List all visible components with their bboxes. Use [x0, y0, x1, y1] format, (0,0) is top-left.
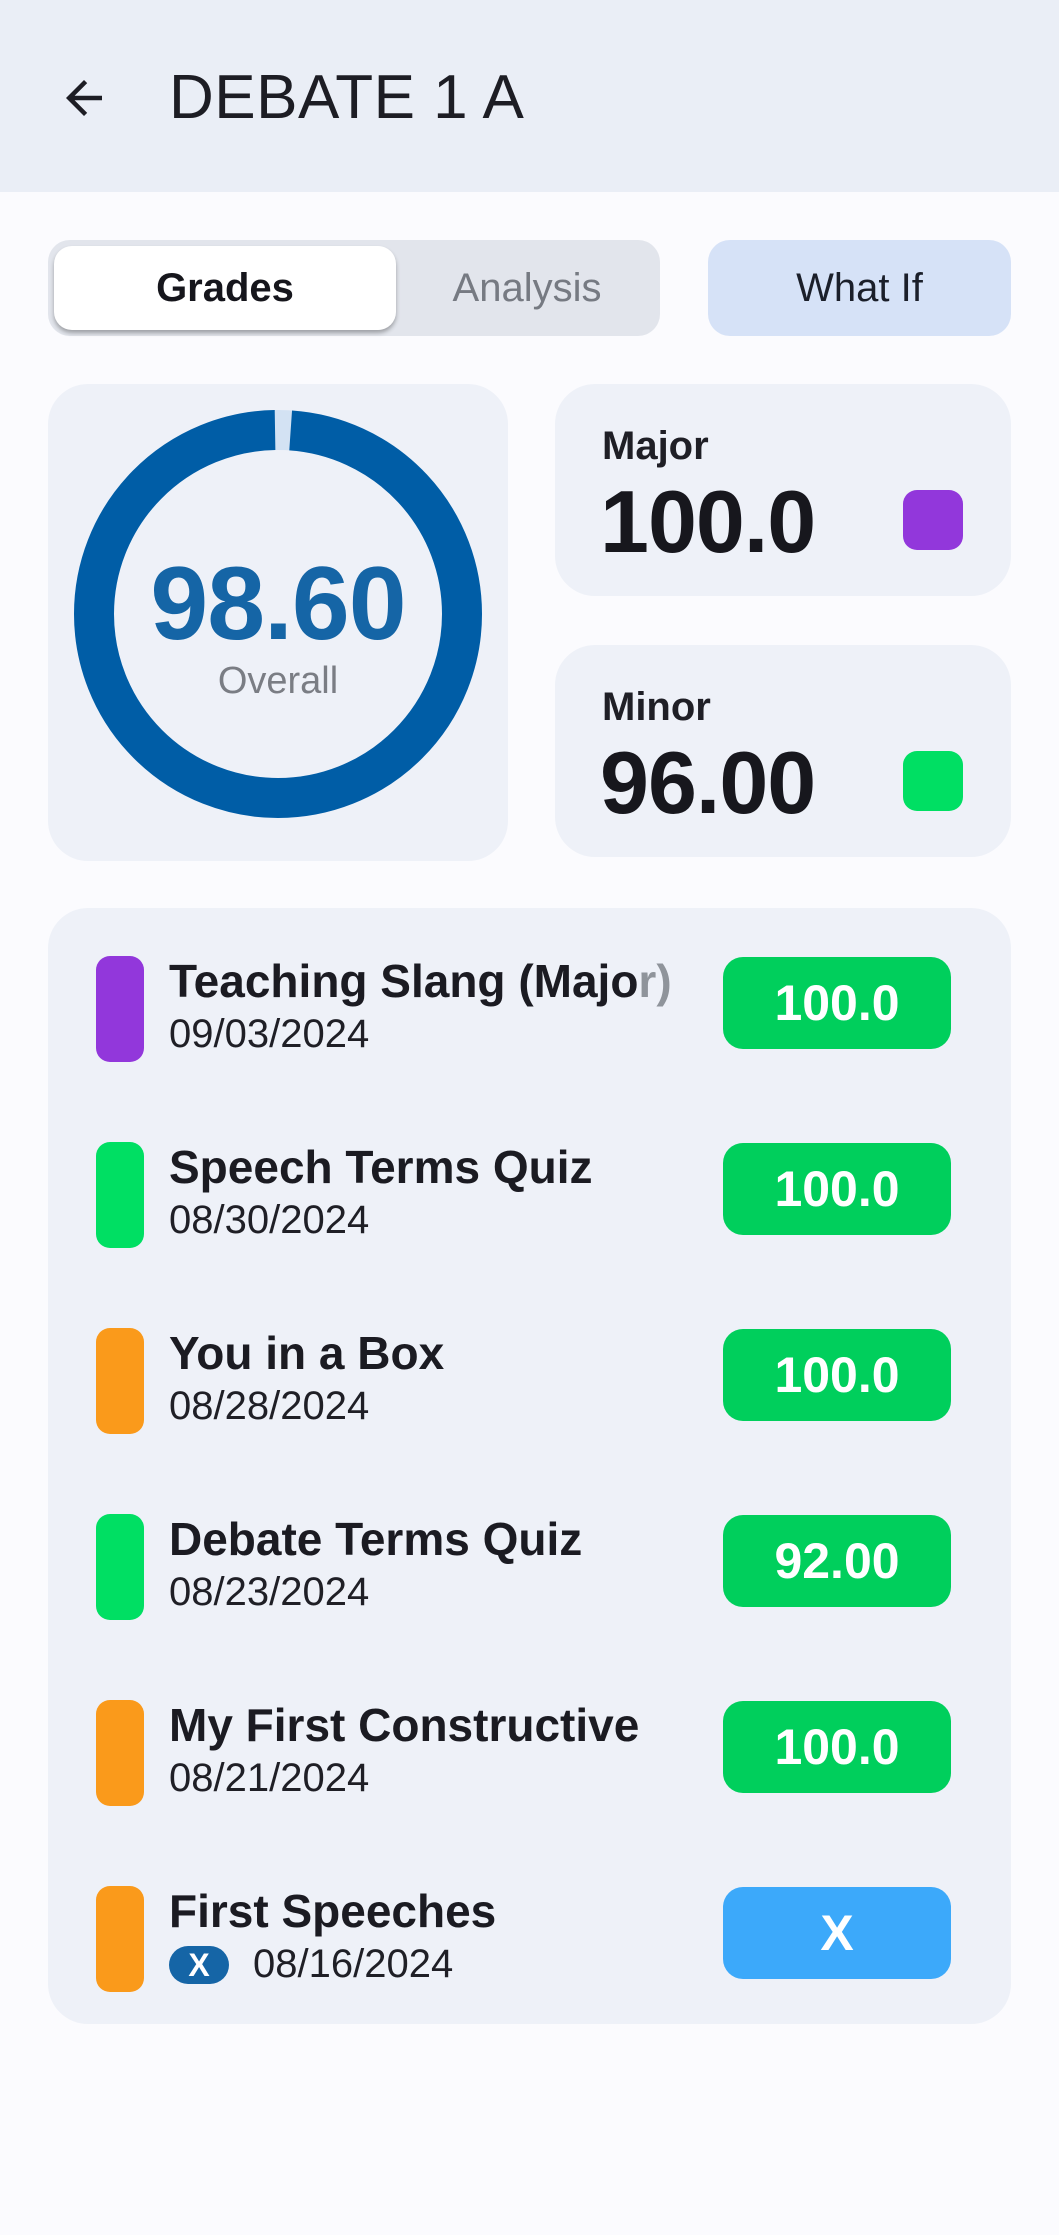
assignment-date: 09/03/2024 — [169, 1012, 370, 1056]
score-badge: 100.0 — [723, 1143, 951, 1235]
score-badge: X — [723, 1887, 951, 1979]
score-badge: 100.0 — [723, 1329, 951, 1421]
score-badge: 100.0 — [723, 957, 951, 1049]
assignment-row[interactable]: My First Constructive 08/21/2024 100.0 — [48, 1698, 1011, 1806]
category-indicator — [96, 1142, 144, 1248]
page-title: DEBATE 1 A — [169, 63, 525, 132]
assignment-date: 08/23/2024 — [169, 1570, 370, 1614]
overall-grade-card: 98.60 Overall — [48, 384, 508, 861]
assignment-row[interactable]: Debate Terms Quiz 08/23/2024 92.00 — [48, 1512, 1011, 1620]
category-color-swatch — [903, 751, 963, 811]
score-badge: 92.00 — [723, 1515, 951, 1607]
view-tabs: Grades Analysis — [48, 240, 660, 336]
assignment-date: 08/21/2024 — [169, 1756, 370, 1800]
category-average: 96.00 — [600, 733, 816, 832]
what-if-button[interactable]: What If — [708, 240, 1011, 336]
excused-badge: X — [169, 1946, 229, 1984]
tab-analysis[interactable]: Analysis — [400, 246, 654, 330]
assignment-title: Teaching Slang (Major) — [169, 955, 672, 1007]
app-bar: DEBATE 1 A — [0, 0, 1059, 192]
overall-grade-value: 98.60 — [150, 546, 406, 662]
assignment-title: First Speeches — [169, 1885, 497, 1937]
assignment-row[interactable]: First Speeches X 08/16/2024 X — [48, 1884, 1011, 1992]
assignment-title: Debate Terms Quiz — [169, 1513, 583, 1565]
category-name: Major — [602, 424, 709, 468]
category-indicator — [96, 1700, 144, 1806]
assignment-row[interactable]: Teaching Slang (Major) 09/03/2024 100.0 — [48, 954, 1011, 1062]
assignment-date: 08/30/2024 — [169, 1198, 370, 1242]
assignment-title: You in a Box — [169, 1327, 445, 1379]
overall-grade-label: Overall — [217, 660, 339, 702]
category-indicator — [96, 1514, 144, 1620]
category-card-minor: Minor 96.00 — [555, 645, 1011, 857]
category-indicator — [96, 1886, 144, 1992]
category-color-swatch — [903, 490, 963, 550]
arrow-left-icon — [66, 80, 102, 116]
assignment-row[interactable]: Speech Terms Quiz 08/30/2024 100.0 — [48, 1140, 1011, 1248]
category-indicator — [96, 1328, 144, 1434]
score-badge: 100.0 — [723, 1701, 951, 1793]
category-name: Minor — [602, 685, 711, 729]
assignment-date: 08/16/2024 — [253, 1942, 454, 1986]
assignment-title: Speech Terms Quiz — [169, 1141, 593, 1193]
category-average: 100.0 — [600, 472, 816, 571]
back-button[interactable] — [44, 58, 124, 138]
category-indicator — [96, 956, 144, 1062]
assignment-list: Teaching Slang (Major) 09/03/2024 100.0 … — [48, 908, 1011, 2024]
category-card-major: Major 100.0 — [555, 384, 1011, 596]
tab-grades[interactable]: Grades — [54, 246, 396, 330]
assignment-row[interactable]: You in a Box 08/28/2024 100.0 — [48, 1326, 1011, 1434]
assignment-date: 08/28/2024 — [169, 1384, 370, 1428]
assignment-title: My First Constructive — [169, 1699, 640, 1751]
